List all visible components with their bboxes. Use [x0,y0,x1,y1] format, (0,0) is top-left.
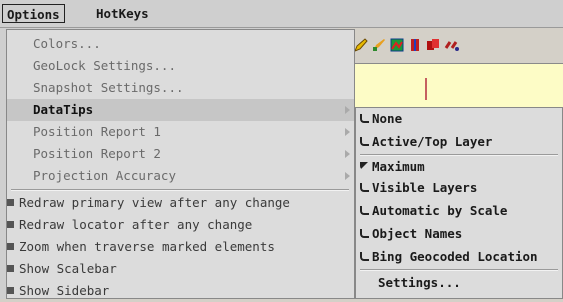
option-label: None [372,111,403,126]
menu-item-geolock-settings[interactable]: GeoLock Settings... [7,55,354,77]
menu-options[interactable]: Options [2,4,65,23]
copy-pages-icon[interactable] [426,38,439,52]
checkbox-checked-icon [7,265,14,272]
option-label: Object Names [372,226,463,241]
checkbox-checked-icon [7,199,14,206]
menu-item-label: Snapshot Settings... [33,80,184,95]
menu-item-label: Position Report 1 [33,124,161,139]
radio-unselected-icon [360,114,369,123]
menu-hotkeys[interactable]: HotKeys [92,4,153,23]
menu-item-label: Position Report 2 [33,146,161,161]
submenu-arrow-icon [345,150,350,158]
options-menu: Colors... GeoLock Settings... Snapshot S… [6,29,355,299]
menu-item-projection-accuracy[interactable]: Projection Accuracy [7,165,354,187]
paint-brush-icon[interactable] [372,38,385,52]
toggle-label: Show Scalebar [19,261,117,276]
menu-item-label: DataTips [33,102,94,117]
option-label: Visible Layers [372,180,478,195]
menu-separator [11,189,349,191]
submenu-arrow-icon [345,172,350,180]
radio-unselected-icon [360,183,369,192]
option-label: Active/Top Layer [372,134,493,149]
settings-label: Settings... [378,275,461,290]
submenu-arrow-icon [345,106,350,114]
menu-item-label: Colors... [33,36,101,51]
datatips-settings[interactable]: Settings... [356,272,562,294]
submenu-arrow-icon [345,128,350,136]
datatips-option-visible-layers[interactable]: Visible Layers [356,177,562,199]
menu-item-label: Projection Accuracy [33,168,176,183]
toggle-redraw-primary[interactable]: Redraw primary view after any change [7,192,354,214]
toggle-label: Redraw locator after any change [19,217,253,232]
canvas-marker-line [425,78,427,100]
datatips-option-object-names[interactable]: Object Names [356,223,562,245]
datatips-option-bing-geocoded-location[interactable]: Bing Geocoded Location [356,246,562,268]
link-icon[interactable] [444,38,459,52]
datatips-option-active-top-layer[interactable]: Active/Top Layer [356,131,562,153]
menu-item-datatips[interactable]: DataTips [7,99,354,121]
menu-item-snapshot-settings[interactable]: Snapshot Settings... [7,77,354,99]
vertical-measure-icon[interactable] [408,38,420,52]
image-layer-icon[interactable] [390,38,404,52]
datatips-submenu: None Active/Top Layer Maximum Visible La… [355,107,563,299]
datatips-option-maximum[interactable]: Maximum [356,156,562,178]
radio-unselected-icon [360,229,369,238]
submenu-separator [360,269,558,271]
checkbox-checked-icon [7,243,14,250]
radio-unselected-icon [360,137,369,146]
pencil-icon[interactable] [354,38,368,52]
datatips-option-automatic-by-scale[interactable]: Automatic by Scale [356,200,562,222]
checkbox-checked-icon [7,221,14,228]
checkbox-checked-icon [7,287,14,294]
menu-item-position-report-2[interactable]: Position Report 2 [7,143,354,165]
menu-item-position-report-1[interactable]: Position Report 1 [7,121,354,143]
option-label: Bing Geocoded Location [372,249,538,264]
option-label: Automatic by Scale [372,203,508,218]
radio-unselected-icon [360,252,369,261]
toggle-show-scalebar[interactable]: Show Scalebar [7,258,354,280]
toggle-zoom-traverse[interactable]: Zoom when traverse marked elements [7,236,354,258]
menu-item-colors[interactable]: Colors... [7,33,354,55]
menu-item-label: GeoLock Settings... [33,58,176,73]
radio-unselected-icon [360,206,369,215]
datatips-option-none[interactable]: None [356,108,562,130]
toggle-label: Redraw primary view after any change [19,195,290,210]
radio-selected-icon [360,162,368,170]
toolbar [338,28,563,64]
toggle-label: Zoom when traverse marked elements [19,239,275,254]
menu-bar: Options HotKeys [0,0,563,28]
option-label: Maximum [372,159,425,174]
toggle-redraw-locator[interactable]: Redraw locator after any change [7,214,354,236]
